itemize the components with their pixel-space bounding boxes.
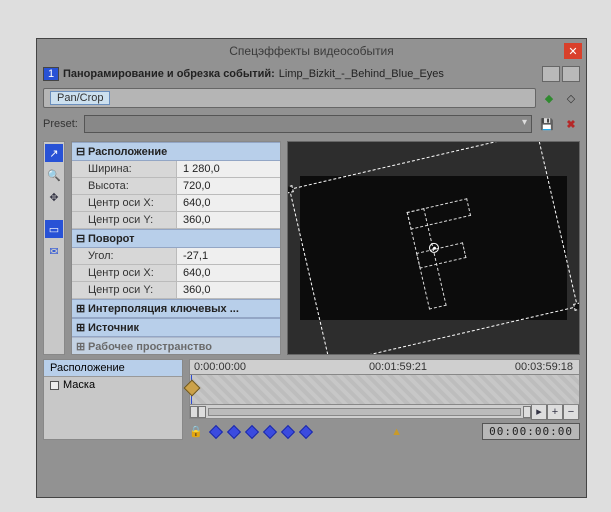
scroll-track[interactable] <box>208 408 521 416</box>
rot-center-y-value[interactable]: 360,0 <box>177 282 280 298</box>
marker-5[interactable] <box>281 424 295 438</box>
tool-column: ↗ 🔍 ✥ ▭ ✉ <box>43 141 65 355</box>
expand-icon: ⊞ <box>76 302 84 315</box>
marker-flag-icon[interactable]: ▲ <box>391 426 402 438</box>
window-title: Спецэффекты видеособытия <box>229 44 394 58</box>
zoom-out-button[interactable]: − <box>563 404 579 420</box>
height-value[interactable]: 720,0 <box>177 178 280 194</box>
lock-icon[interactable]: 🔒 <box>189 425 203 439</box>
group-workspace[interactable]: ⊞Рабочее пространство <box>72 337 280 355</box>
center-x-label: Центр оси X: <box>72 195 177 211</box>
mask-checkbox[interactable] <box>50 381 59 390</box>
header-toggle-a[interactable] <box>542 66 560 82</box>
plugin-chain[interactable]: Pan/Crop <box>43 88 536 108</box>
timeline-scrollbar[interactable]: ▸ + − <box>189 405 580 419</box>
track-position[interactable]: Расположение <box>44 360 182 377</box>
crop-gizmo[interactable] <box>289 141 578 355</box>
crop-center-handle[interactable] <box>428 242 440 254</box>
remove-plugin-button[interactable]: ◇ <box>562 89 580 107</box>
center-x-value[interactable]: 640,0 <box>177 195 280 211</box>
preview-pane[interactable] <box>287 141 580 355</box>
group-rotation[interactable]: ⊟Поворот <box>72 229 280 248</box>
rot-center-y-label: Центр оси Y: <box>72 282 177 298</box>
time-ruler[interactable]: 0:00:00:00 00:01:59:21 00:03:59:18 <box>189 359 580 375</box>
titlebar: Спецэффекты видеособытия ✕ <box>37 39 586 63</box>
timecode-display[interactable]: 00:00:00:00 <box>482 423 580 440</box>
track-number-chip: 1 <box>43 67 59 81</box>
crop-handle-br[interactable] <box>573 302 580 310</box>
effects-window: Спецэффекты видеособытия ✕ 1 Панорамиров… <box>36 38 587 498</box>
width-value[interactable]: 1 280,0 <box>177 161 280 177</box>
scroll-left-nub2[interactable] <box>198 406 206 418</box>
marker-3[interactable] <box>245 424 259 438</box>
hand-icon: ✥ <box>49 191 58 204</box>
play-button[interactable]: ▸ <box>531 404 547 420</box>
height-label: Высота: <box>72 178 177 194</box>
expand-icon: ⊞ <box>76 321 84 334</box>
rot-center-x-value[interactable]: 640,0 <box>177 265 280 281</box>
minus-icon: − <box>568 406 574 418</box>
zoom-tool[interactable]: 🔍 <box>45 166 63 184</box>
screen-tool[interactable]: ▭ <box>45 220 63 238</box>
ruler-tick-2: 00:03:59:18 <box>515 361 573 373</box>
envelope-icon: ✉ <box>49 245 58 258</box>
collapse-icon: ⊟ <box>76 232 84 245</box>
delete-icon: ✖ <box>566 118 575 131</box>
scroll-left-nub[interactable] <box>190 406 198 418</box>
keyframe-diamond[interactable] <box>184 380 201 397</box>
crop-handle-tl[interactable] <box>287 185 294 193</box>
source-file-name: Limp_Bizkit_-_Behind_Blue_Eyes <box>279 68 444 80</box>
plugin-chain-row: Pan/Crop ◆ ◇ <box>37 85 586 111</box>
group-keyframe-interp[interactable]: ⊞Интерполяция ключевых ... <box>72 299 280 318</box>
track-list: Расположение Маска <box>43 359 183 440</box>
zoom-icon: 🔍 <box>47 169 61 182</box>
group-source[interactable]: ⊞Источник <box>72 318 280 337</box>
move-tool[interactable]: ↗ <box>45 144 63 162</box>
rot-center-x-label: Центр оси X: <box>72 265 177 281</box>
hand-tool[interactable]: ✥ <box>45 188 63 206</box>
angle-value[interactable]: -27,1 <box>177 248 280 264</box>
preset-row: Preset: 💾 ✖ <box>37 111 586 137</box>
save-preset-button[interactable]: 💾 <box>538 115 556 133</box>
keyframe-lane[interactable] <box>189 375 580 405</box>
preset-combo[interactable] <box>84 115 532 133</box>
header-toggle-b[interactable] <box>562 66 580 82</box>
add-plugin-button[interactable]: ◆ <box>540 89 558 107</box>
delete-preset-button[interactable]: ✖ <box>562 115 580 133</box>
marker-row: 🔒 ▲ 00:00:00:00 <box>189 419 580 440</box>
screen-icon: ▭ <box>49 223 59 236</box>
angle-label: Угол: <box>72 248 177 264</box>
center-y-label: Центр оси Y: <box>72 212 177 228</box>
envelope-tool[interactable]: ✉ <box>45 242 63 260</box>
marker-6[interactable] <box>299 424 313 438</box>
track-mask[interactable]: Маска <box>44 377 182 393</box>
expand-icon: ⊞ <box>76 340 84 353</box>
preset-label: Preset: <box>43 118 78 130</box>
timeline-area: Расположение Маска 0:00:00:00 00:01:59:2… <box>37 355 586 446</box>
marker-4[interactable] <box>263 424 277 438</box>
ruler-tick-1: 00:01:59:21 <box>369 361 427 373</box>
pan-crop-label: Панорамирование и обрезка событий: <box>63 68 275 80</box>
play-icon: ▸ <box>536 405 542 418</box>
marker-2[interactable] <box>227 424 241 438</box>
save-icon: 💾 <box>540 118 554 131</box>
close-button[interactable]: ✕ <box>564 43 582 59</box>
center-y-value[interactable]: 360,0 <box>177 212 280 228</box>
marker-1[interactable] <box>209 424 223 438</box>
arrow-icon: ↗ <box>49 147 58 160</box>
group-position[interactable]: ⊟Расположение <box>72 142 280 161</box>
plus-icon: + <box>552 406 558 418</box>
close-icon: ✕ <box>568 45 577 58</box>
ruler-tick-0: 0:00:00:00 <box>194 361 246 373</box>
width-label: Ширина: <box>72 161 177 177</box>
event-header: 1 Панорамирование и обрезка событий: Lim… <box>37 63 586 85</box>
collapse-icon: ⊟ <box>76 145 84 158</box>
scroll-right-nub[interactable] <box>523 406 531 418</box>
pan-crop-chip[interactable]: Pan/Crop <box>50 91 110 105</box>
zoom-in-button[interactable]: + <box>547 404 563 420</box>
properties-panel: ⊟Расположение Ширина:1 280,0 Высота:720,… <box>71 141 281 355</box>
